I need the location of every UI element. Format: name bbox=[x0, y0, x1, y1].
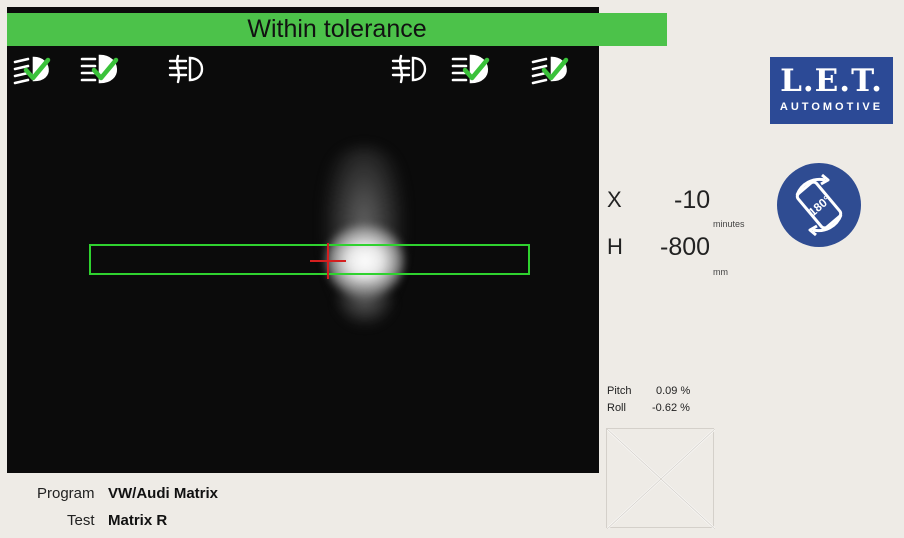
high-beam-icon[interactable] bbox=[80, 50, 126, 88]
low-beam-icon[interactable] bbox=[530, 50, 576, 88]
program-value: VW/Audi Matrix bbox=[108, 485, 219, 502]
h-label: H bbox=[607, 234, 623, 259]
h-value: -800 bbox=[660, 233, 711, 261]
test-label: Test bbox=[67, 512, 95, 529]
h-unit: mm bbox=[713, 267, 728, 277]
fog-light-icon[interactable] bbox=[387, 50, 433, 88]
fog-light-icon[interactable] bbox=[164, 50, 210, 88]
crosshair-vertical bbox=[327, 243, 329, 279]
test-value: Matrix R bbox=[108, 512, 168, 529]
logo-brand: L.E.T. bbox=[780, 63, 883, 99]
x-value: -10 bbox=[674, 186, 711, 214]
beam-tail bbox=[335, 287, 395, 327]
roll-label: Roll bbox=[607, 402, 626, 414]
program-label: Program bbox=[37, 485, 95, 502]
status-banner: Within tolerance bbox=[7, 13, 667, 46]
rotate-180-button[interactable]: 180° bbox=[777, 163, 861, 247]
pitch-value: 0.09 % bbox=[656, 385, 691, 397]
x-label: X bbox=[607, 187, 622, 212]
logo-subtitle: AUTOMOTIVE bbox=[779, 101, 884, 113]
high-beam-icon[interactable] bbox=[451, 50, 497, 88]
x-unit: minutes bbox=[713, 219, 745, 229]
roll-value: -0.62 % bbox=[652, 402, 690, 414]
low-beam-icon[interactable] bbox=[12, 50, 58, 88]
level-indicator bbox=[606, 428, 716, 530]
rotate-icon: 180° bbox=[795, 173, 843, 237]
let-automotive-logo: L.E.T. AUTOMOTIVE bbox=[770, 57, 893, 124]
pitch-label: Pitch bbox=[607, 385, 632, 397]
